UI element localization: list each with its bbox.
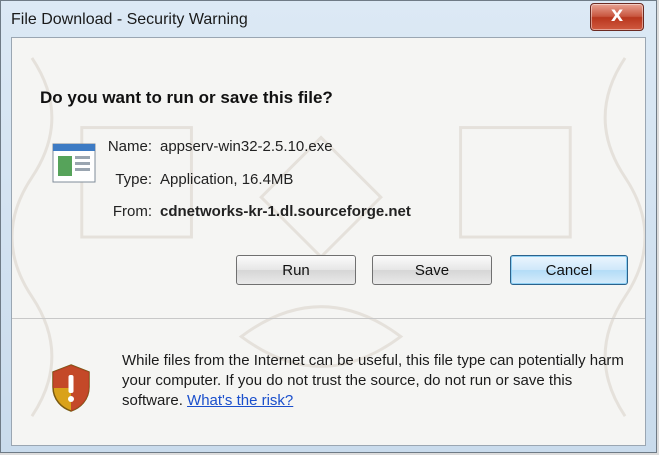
run-button[interactable]: Run	[236, 255, 356, 285]
name-value: appserv-win32-2.5.10.exe	[160, 138, 333, 155]
warning-message: While files from the Internet can be use…	[122, 351, 637, 411]
window-title: File Download - Security Warning	[11, 11, 248, 28]
from-value: cdnetworks-kr-1.dl.sourceforge.net	[160, 203, 411, 220]
security-warning-dialog: File Download - Security Warning X Do yo…	[0, 0, 657, 453]
save-button[interactable]: Save	[372, 255, 492, 285]
question-heading: Do you want to run or save this file?	[40, 88, 333, 107]
type-label: Type:	[115, 171, 152, 188]
security-shield-icon	[52, 364, 90, 412]
from-label: From:	[112, 203, 152, 220]
type-row: Type: Application, 16.4MB	[82, 171, 542, 193]
name-label: Name:	[107, 138, 152, 155]
close-icon: X	[610, 6, 624, 25]
from-row: From: cdnetworks-kr-1.dl.sourceforge.net	[82, 203, 542, 225]
type-value: Application, 16.4MB	[160, 171, 294, 188]
name-row: Name: appserv-win32-2.5.10.exe	[82, 138, 542, 160]
divider	[12, 318, 645, 319]
dialog-body: Do you want to run or save this file? Na…	[11, 37, 646, 446]
cancel-button[interactable]: Cancel	[510, 255, 628, 285]
whats-the-risk-link[interactable]: What's the risk?	[187, 392, 293, 409]
title-bar[interactable]: File Download - Security Warning X	[1, 1, 656, 37]
close-button[interactable]: X	[590, 3, 644, 31]
